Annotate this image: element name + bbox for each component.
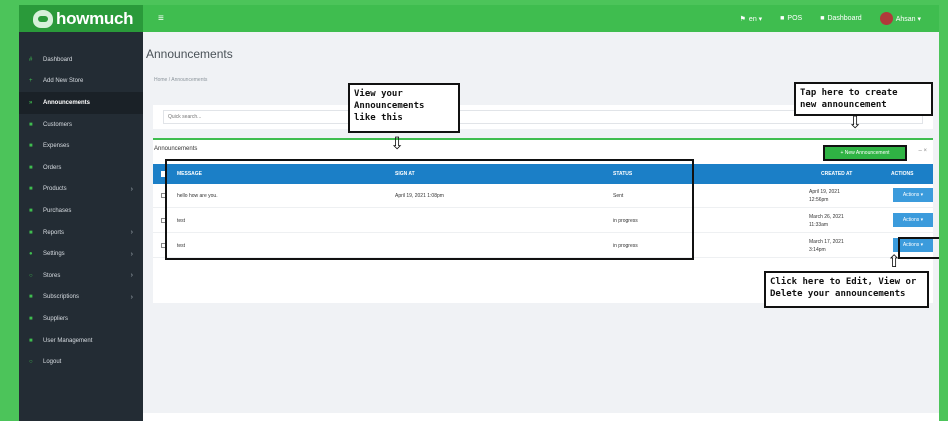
sidebar-item-label: Expenses — [43, 143, 70, 150]
language-selector[interactable]: ⚑ en ▾ — [740, 15, 763, 23]
flag-icon: ⚑ — [739, 15, 746, 23]
dashboard-link[interactable]: ■ Dashboard — [820, 15, 861, 22]
language-label: en ▾ — [748, 15, 763, 23]
sidebar-item-label: Purchases — [43, 207, 72, 214]
chevron-right-icon: › — [130, 272, 133, 280]
actions-button[interactable]: Actions ▾ — [893, 213, 933, 227]
sidebar-item-orders[interactable]: ■ Orders — [19, 157, 143, 179]
avatar — [879, 12, 893, 25]
sidebar-item-icon: ● — [29, 251, 33, 258]
sidebar-item-expenses[interactable]: ■ Expenses — [19, 135, 143, 157]
monitor-icon: ■ — [780, 15, 785, 22]
up-arrow-icon: ⇧ — [887, 252, 902, 272]
sidebar-item-icon: + — [29, 78, 33, 85]
column-actions: ACTIONS — [891, 171, 914, 177]
create-annotation: Tap here to create new announcement — [794, 82, 933, 116]
sidebar-item-label: Settings — [43, 251, 65, 258]
sidebar-item-label: Subscriptions — [43, 294, 80, 301]
logo-text: howmuch — [56, 8, 134, 28]
row-created-date: March 17, 2021 — [809, 239, 844, 245]
page-title: Announcements — [146, 47, 233, 61]
card-title: Announcements — [154, 146, 198, 152]
sidebar-item-label: User Management — [43, 337, 93, 344]
sidebar-item-label: Stores — [43, 272, 61, 279]
sidebar-item-dashboard[interactable]: # Dashboard — [19, 49, 143, 71]
row-created-at: March 17, 2021 3:14pm — [809, 238, 859, 254]
sidebar-item-label: Announcements — [43, 99, 91, 106]
down-arrow-icon: ⇩ — [848, 113, 863, 133]
sidebar-item-reports[interactable]: ■ Reports › — [19, 222, 143, 244]
actions-highlight-box — [898, 237, 939, 259]
sidebar-item-announcements[interactable]: » Announcements — [19, 92, 143, 114]
sidebar-item-purchases[interactable]: ■ Purchases — [19, 200, 143, 222]
actions-button[interactable]: Actions ▾ — [893, 188, 933, 202]
sidebar-item-settings[interactable]: ● Settings › — [19, 243, 143, 265]
user-menu[interactable]: Ahsan ▾ — [879, 12, 921, 25]
sidebar-item-customers[interactable]: ■ Customers — [19, 114, 143, 136]
app-window: howmuch ≡ ⚑ en ▾ ■ POS ■ Dashboard Ahsan… — [19, 5, 939, 421]
sidebar-item-label: Add New Store — [43, 78, 84, 85]
column-created-at[interactable]: CREATED AT — [821, 171, 852, 177]
breadcrumb: Home / Announcements — [154, 77, 208, 83]
row-created-time: 12:56pm — [809, 197, 829, 203]
sidebar-item-icon: # — [29, 56, 33, 63]
sidebar-item-icon: ■ — [29, 315, 33, 322]
view-annotation: View your Announcements like this — [348, 83, 460, 133]
sidebar-item-subscriptions[interactable]: ■ Subscriptions › — [19, 287, 143, 309]
sidebar-item-products[interactable]: ■ Products › — [19, 179, 143, 201]
dashboard-label: Dashboard — [827, 15, 862, 22]
table-highlight-box — [165, 159, 694, 260]
row-created-date: March 26, 2021 — [809, 214, 844, 220]
row-created-time: 11:33am — [809, 222, 829, 228]
chevron-right-icon: › — [130, 250, 133, 258]
sidebar-item-add-new-store[interactable]: + Add New Store — [19, 71, 143, 93]
sidebar-item-icon: » — [29, 99, 33, 106]
top-navbar: howmuch ≡ ⚑ en ▾ ■ POS ■ Dashboard Ahsan… — [19, 5, 939, 32]
sidebar-item-label: Orders — [43, 164, 62, 171]
sidebar-item-user-management[interactable]: ■ User Management — [19, 330, 143, 352]
sidebar-item-icon: ■ — [29, 186, 33, 193]
sidebar-item-icon: ■ — [29, 337, 33, 344]
sidebar-item-icon: ■ — [29, 164, 33, 171]
sidebar-item-label: Products — [43, 186, 67, 193]
sidebar-item-stores[interactable]: ○ Stores › — [19, 265, 143, 287]
sidebar: # Dashboard + Add New Store » Announcements ■ C… — [19, 32, 143, 421]
row-created-date: April 19, 2021 — [809, 189, 840, 195]
row-created-at: March 26, 2021 11:33am — [809, 213, 859, 229]
chevron-right-icon: › — [130, 293, 133, 301]
row-created-at: April 19, 2021 12:56pm — [809, 188, 859, 204]
row-created-time: 3:14pm — [809, 247, 826, 253]
card-tools[interactable]: – × — [918, 148, 927, 154]
sidebar-item-suppliers[interactable]: ■ Suppliers — [19, 308, 143, 330]
sidebar-item-icon: ■ — [29, 207, 33, 214]
dashboard-icon: ■ — [820, 15, 825, 22]
pos-label: POS — [787, 15, 803, 22]
down-arrow-icon: ⇩ — [390, 134, 405, 154]
sidebar-item-label: Reports — [43, 229, 65, 236]
sidebar-item-label: Suppliers — [43, 315, 69, 322]
sidebar-item-label: Customers — [43, 121, 73, 128]
sidebar-item-icon: ■ — [29, 143, 33, 150]
sidebar-item-icon: ■ — [29, 121, 33, 128]
sidebar-item-icon: ■ — [29, 294, 33, 301]
user-name: Ahsan ▾ — [895, 15, 921, 23]
logo[interactable]: howmuch — [19, 5, 143, 32]
new-announcement-button[interactable]: + New Announcement — [823, 145, 907, 161]
sidebar-item-icon: ○ — [29, 359, 33, 366]
chevron-right-icon: › — [130, 229, 133, 237]
pos-link[interactable]: ■ POS — [780, 15, 802, 22]
sidebar-item-logout[interactable]: ○ Logout — [19, 351, 143, 373]
footer — [143, 413, 939, 421]
logo-icon — [33, 9, 53, 28]
chevron-right-icon: › — [130, 185, 133, 193]
edit-annotation: Click here to Edit, View or Delete your … — [764, 271, 929, 308]
sidebar-item-icon: ■ — [29, 229, 33, 236]
sidebar-item-label: Logout — [43, 359, 62, 366]
sidebar-item-label: Dashboard — [43, 56, 73, 63]
sidebar-item-icon: ○ — [29, 272, 33, 279]
hamburger-icon[interactable]: ≡ — [158, 13, 164, 24]
